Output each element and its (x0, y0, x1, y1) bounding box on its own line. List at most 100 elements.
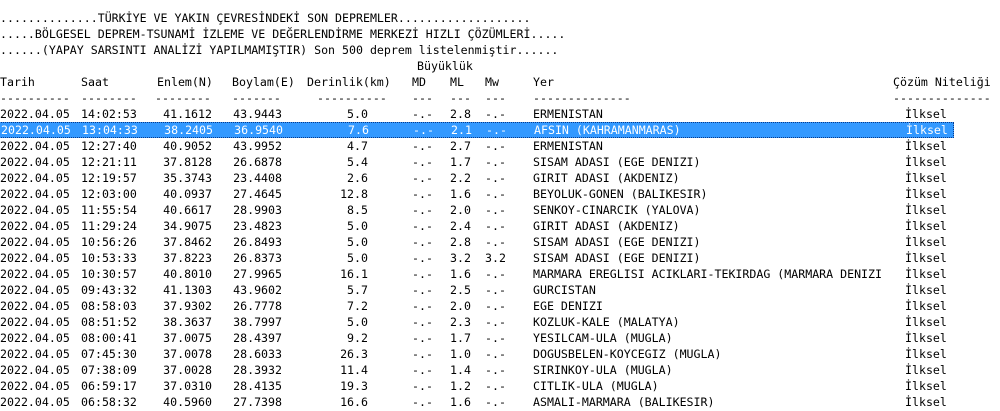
cell-saat: 10:53:33 (81, 251, 137, 265)
cell-tarih: 2022.04.05 (0, 139, 70, 153)
cell-md: -.- (412, 395, 433, 409)
table-row[interactable]: 2022.04.05 06:59:17 37.0310 28.4135 19.3 -.- 1… (0, 379, 1000, 395)
header-note-line: ......(YAPAY SARSINTI ANALİZİ YAPILMAMIŞ… (0, 43, 559, 57)
cell-tarih: 2022.04.05 (0, 203, 70, 217)
cell-boylam: 28.4135 (233, 379, 282, 393)
table-row[interactable]: 2022.04.05 07:38:09 37.0028 28.3932 11.4 -.- 1… (0, 363, 1000, 379)
cell-derinlik: 2.6 (347, 171, 368, 185)
cell-saat: 12:27:40 (81, 139, 137, 153)
cell-mw: -.- (485, 203, 506, 217)
table-row[interactable]: 2022.04.05 10:56:26 37.8462 26.8493 5.0 -.- 2.… (0, 235, 1000, 251)
cell-cozum: İlksel (905, 107, 947, 121)
cell-mw: -.- (485, 299, 506, 313)
cell-derinlik: 5.0 (347, 235, 368, 249)
cell-cozum: İlksel (905, 219, 947, 233)
cell-derinlik: 5.4 (347, 155, 368, 169)
cell-enlem: 37.8223 (163, 251, 212, 265)
cell-mw: -.- (485, 347, 506, 361)
cell-md: -.- (412, 219, 433, 233)
cell-enlem: 37.0028 (163, 363, 212, 377)
cell-md: -.- (412, 315, 433, 329)
cell-cozum: İlksel (905, 363, 947, 377)
table-row-selected[interactable]: 2022.04.05 13:04:33 38.2405 36.9540 7.6 -.- 2.… (0, 122, 954, 138)
cell-saat: 06:58:32 (81, 395, 137, 409)
separator-yer: -------------- (533, 91, 631, 105)
table-row[interactable]: 2022.04.05 14:02:53 41.1612 43.9443 5.0 -.- 2.… (0, 107, 1000, 123)
table-row[interactable]: 2022.04.05 11:29:24 34.9075 23.4823 5.0 -.- 2.… (0, 219, 1000, 235)
cell-enlem: 40.5960 (163, 395, 212, 409)
table-row[interactable]: 2022.04.05 12:19:57 35.3743 23.4408 2.6 -.- 2.… (0, 171, 1000, 187)
cell-md: -.- (413, 123, 434, 137)
separator-saat: -------- (81, 91, 137, 105)
cell-yer: EGE DENIZI (533, 299, 603, 313)
cell-yer: SIRINKOY-ULA (MUGLA) (533, 363, 673, 377)
cell-tarih: 2022.04.05 (0, 283, 70, 297)
cell-yer: SENKOY-CINARCIK (YALOVA) (533, 203, 701, 217)
cell-mw: -.- (485, 267, 506, 281)
cell-boylam: 23.4823 (233, 219, 282, 233)
column-header-boylam: Boylam(E) (232, 75, 295, 89)
cell-md: -.- (412, 267, 433, 281)
table-row[interactable]: 2022.04.05 06:58:32 40.5960 27.7398 16.6 -.- 1… (0, 395, 1000, 411)
cell-tarih: 2022.04.05 (0, 107, 70, 121)
cell-mw: -.- (485, 315, 506, 329)
cell-derinlik: 5.0 (347, 251, 368, 265)
cell-tarih: 2022.04.05 (0, 219, 70, 233)
table-row[interactable]: 2022.04.05 08:51:52 38.3637 38.7997 5.0 -.- 2.… (0, 315, 1000, 331)
table-row[interactable]: 2022.04.05 07:45:30 37.0078 28.6033 26.3 -.- 1… (0, 347, 1000, 363)
separator-ml: --- (450, 91, 471, 105)
cell-mw: -.- (485, 395, 506, 409)
table-row[interactable]: 2022.04.05 10:53:33 37.8223 26.8373 5.0 -.- 3.… (0, 251, 1000, 267)
table-row[interactable]: 2022.04.05 08:00:41 37.0075 28.4397 9.2 -.- 1.… (0, 331, 1000, 347)
table-row[interactable]: 2022.04.05 12:03:00 40.0937 27.4645 12.8 -.- 1… (0, 187, 1000, 203)
cell-mw: -.- (485, 379, 506, 393)
cell-tarih: 2022.04.05 (0, 363, 70, 377)
cell-ml: 2.0 (450, 203, 471, 217)
cell-derinlik: 16.6 (340, 395, 368, 409)
cell-ml: 2.5 (450, 283, 471, 297)
cell-derinlik: 11.4 (340, 363, 368, 377)
cell-tarih: 2022.04.05 (0, 299, 70, 313)
cell-yer: CITLIK-ULA (MUGLA) (533, 379, 659, 393)
cell-md: -.- (412, 235, 433, 249)
cell-derinlik: 12.8 (340, 187, 368, 201)
cell-derinlik: 9.2 (347, 331, 368, 345)
cell-ml: 1.7 (450, 155, 471, 169)
table-row[interactable]: 2022.04.05 11:55:54 40.6617 28.9903 8.5 -.- 2.… (0, 203, 1000, 219)
cell-mw: -.- (486, 123, 507, 137)
cell-derinlik: 5.0 (347, 107, 368, 121)
cell-ml: 2.3 (450, 315, 471, 329)
cell-saat: 10:30:57 (81, 267, 137, 281)
separator-enlem: -------- (155, 91, 211, 105)
cell-saat: 12:19:57 (81, 171, 137, 185)
column-header-tarih: Tarih (0, 75, 35, 89)
cell-cozum: İlksel (905, 235, 947, 249)
cell-tarih: 2022.04.05 (0, 347, 70, 361)
cell-mw: -.- (485, 219, 506, 233)
cell-boylam: 43.9952 (233, 139, 282, 153)
cell-enlem: 37.8462 (163, 235, 212, 249)
cell-yer: ERMENISTAN (533, 139, 603, 153)
cell-derinlik: 5.0 (347, 219, 368, 233)
table-row[interactable]: 2022.04.05 12:27:40 40.9052 43.9952 4.7 -.- 2.… (0, 139, 1000, 155)
cell-cozum: İlksel (905, 155, 947, 169)
cell-ml: 2.7 (450, 139, 471, 153)
cell-boylam: 27.7398 (233, 395, 282, 409)
cell-saat: 11:55:54 (81, 203, 137, 217)
cell-enlem: 40.9052 (163, 139, 212, 153)
separator-derinlik: ---------- (317, 91, 387, 105)
cell-saat: 09:43:32 (81, 283, 137, 297)
table-row[interactable]: 2022.04.05 08:58:03 37.9302 26.7778 7.2 -.- 2.… (0, 299, 1000, 315)
cell-tarih: 2022.04.05 (0, 379, 70, 393)
table-row[interactable]: 2022.04.05 12:21:11 37.8128 26.6878 5.4 -.- 1.… (0, 155, 1000, 171)
cell-ml: 1.0 (450, 347, 471, 361)
cell-tarih: 2022.04.05 (0, 395, 70, 409)
cell-saat: 08:51:52 (81, 315, 137, 329)
cell-ml: 1.4 (450, 363, 471, 377)
table-row[interactable]: 2022.04.05 10:30:57 40.8010 27.9965 16.1 -.- 1… (0, 267, 1000, 283)
table-row[interactable]: 2022.04.05 09:43:32 41.1303 43.9602 5.7 -.- 2.… (0, 283, 1000, 299)
cell-boylam: 26.7778 (233, 299, 282, 313)
cell-yer: KOZLUK-KALE (MALATYA) (533, 315, 680, 329)
cell-md: -.- (412, 107, 433, 121)
cell-enlem: 38.2405 (164, 123, 213, 137)
